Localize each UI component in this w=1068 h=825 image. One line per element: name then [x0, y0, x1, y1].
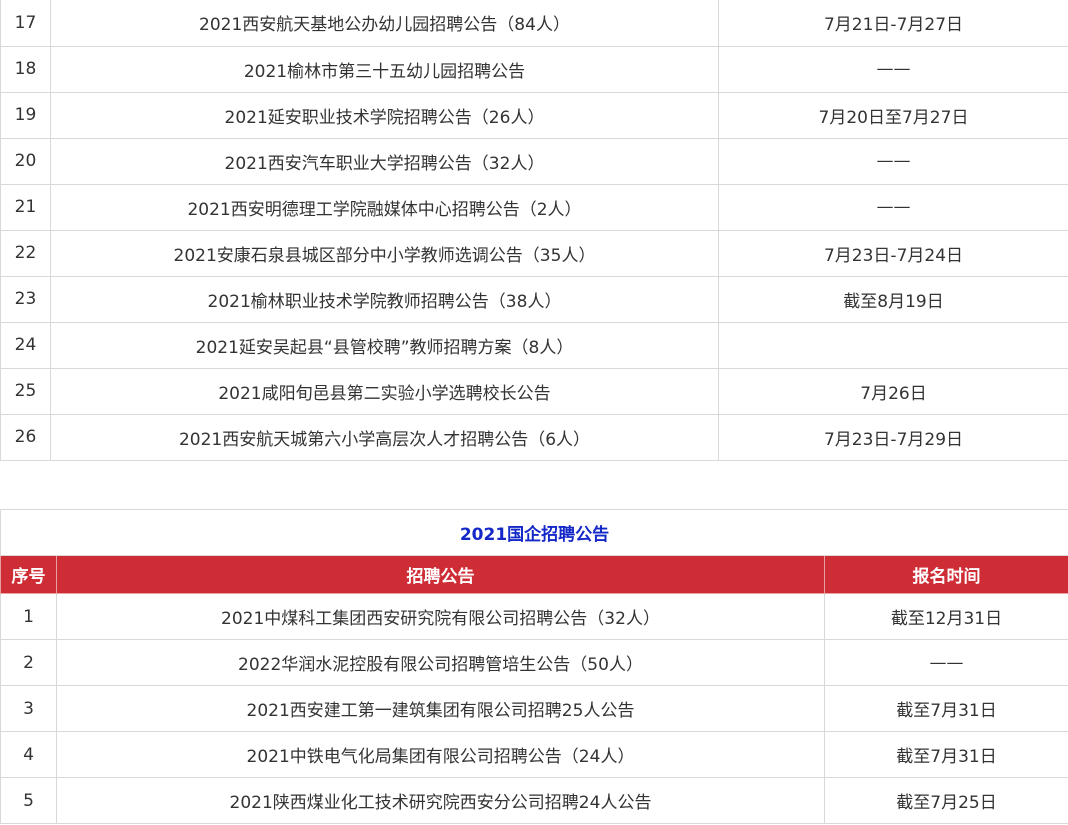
- notice-link[interactable]: 2021西安建工第一建筑集团有限公司招聘25人公告: [56, 685, 825, 732]
- table-row: 26 2021西安航天城第六小学高层次人才招聘公告（6人） 7月23日-7月29日: [0, 413, 1068, 461]
- table-row: 5 2021陕西煤业化工技术研究院西安分公司招聘24人公告 截至7月25日: [0, 777, 1068, 824]
- registration-date: ——: [718, 45, 1068, 93]
- row-number: 18: [0, 45, 51, 93]
- table-row: 24 2021延安吴起县“县管校聘”教师招聘方案（8人）: [0, 321, 1068, 369]
- notice-link[interactable]: 2021延安吴起县“县管校聘”教师招聘方案（8人）: [50, 321, 719, 369]
- row-number: 3: [0, 685, 57, 732]
- row-number: 5: [0, 777, 57, 824]
- notice-link[interactable]: 2021榆林市第三十五幼儿园招聘公告: [50, 45, 719, 93]
- recruitment-table-soe: 2021国企招聘公告 序号 招聘公告 报名时间 1 2021中煤科工集团西安研究院…: [0, 509, 1068, 824]
- row-number: 21: [0, 183, 51, 231]
- table-row: 4 2021中铁电气化局集团有限公司招聘公告（24人） 截至7月31日: [0, 731, 1068, 778]
- notice-link[interactable]: 2021西安明德理工学院融媒体中心招聘公告（2人）: [50, 183, 719, 231]
- registration-date: ——: [824, 639, 1068, 686]
- row-number: 25: [0, 367, 51, 415]
- registration-date: 7月23日-7月24日: [718, 229, 1068, 277]
- notice-link[interactable]: 2021西安航天基地公办幼儿园招聘公告（84人）: [50, 0, 719, 47]
- registration-date: 截至8月19日: [718, 275, 1068, 323]
- registration-date: 7月23日-7月29日: [718, 413, 1068, 461]
- header-date: 报名时间: [824, 555, 1068, 594]
- table-body: 17 2021西安航天基地公办幼儿园招聘公告（84人） 7月21日-7月27日 18 2…: [0, 0, 1068, 461]
- row-number: 17: [0, 0, 51, 47]
- notice-link[interactable]: 2021西安航天城第六小学高层次人才招聘公告（6人）: [50, 413, 719, 461]
- notice-link[interactable]: 2021中煤科工集团西安研究院有限公司招聘公告（32人）: [56, 593, 825, 640]
- table-header-row: 序号 招聘公告 报名时间: [0, 555, 1068, 594]
- notice-link[interactable]: 2021西安汽车职业大学招聘公告（32人）: [50, 137, 719, 185]
- registration-date: 7月20日至7月27日: [718, 91, 1068, 139]
- registration-date: ——: [718, 183, 1068, 231]
- table-row: 1 2021中煤科工集团西安研究院有限公司招聘公告（32人） 截至12月31日: [0, 593, 1068, 640]
- table-row: 20 2021西安汽车职业大学招聘公告（32人） ——: [0, 137, 1068, 185]
- notice-link[interactable]: 2021延安职业技术学院招聘公告（26人）: [50, 91, 719, 139]
- table-title: 2021国企招聘公告: [0, 509, 1068, 556]
- row-number: 1: [0, 593, 57, 640]
- notice-link[interactable]: 2021陕西煤业化工技术研究院西安分公司招聘24人公告: [56, 777, 825, 824]
- registration-date: ——: [718, 137, 1068, 185]
- table-body: 2021国企招聘公告 序号 招聘公告 报名时间 1 2021中煤科工集团西安研究院…: [0, 509, 1068, 824]
- row-number: 24: [0, 321, 51, 369]
- recruitment-table-schools: 17 2021西安航天基地公办幼儿园招聘公告（84人） 7月21日-7月27日 18 2…: [0, 0, 1068, 461]
- table-row: 2 2022华润水泥控股有限公司招聘管培生公告（50人） ——: [0, 639, 1068, 686]
- row-number: 26: [0, 413, 51, 461]
- row-number: 4: [0, 731, 57, 778]
- row-number: 20: [0, 137, 51, 185]
- notice-link[interactable]: 2021咸阳旬邑县第二实验小学选聘校长公告: [50, 367, 719, 415]
- registration-date: 截至7月25日: [824, 777, 1068, 824]
- notice-link[interactable]: 2021安康石泉县城区部分中小学教师选调公告（35人）: [50, 229, 719, 277]
- table-row: 21 2021西安明德理工学院融媒体中心招聘公告（2人） ——: [0, 183, 1068, 231]
- table-row: 18 2021榆林市第三十五幼儿园招聘公告 ——: [0, 45, 1068, 93]
- header-no: 序号: [0, 555, 57, 594]
- registration-date: [718, 321, 1068, 369]
- notice-link[interactable]: 2022华润水泥控股有限公司招聘管培生公告（50人）: [56, 639, 825, 686]
- row-number: 19: [0, 91, 51, 139]
- header-title: 招聘公告: [56, 555, 825, 594]
- row-number: 23: [0, 275, 51, 323]
- registration-date: 7月26日: [718, 367, 1068, 415]
- row-number: 2: [0, 639, 57, 686]
- registration-date: 截至7月31日: [824, 685, 1068, 732]
- row-number: 22: [0, 229, 51, 277]
- table-title-row: 2021国企招聘公告: [0, 509, 1068, 556]
- table-row: 3 2021西安建工第一建筑集团有限公司招聘25人公告 截至7月31日: [0, 685, 1068, 732]
- table-row: 22 2021安康石泉县城区部分中小学教师选调公告（35人） 7月23日-7月24日: [0, 229, 1068, 277]
- table-row: 25 2021咸阳旬邑县第二实验小学选聘校长公告 7月26日: [0, 367, 1068, 415]
- registration-date: 截至12月31日: [824, 593, 1068, 640]
- table-row: 23 2021榆林职业技术学院教师招聘公告（38人） 截至8月19日: [0, 275, 1068, 323]
- notice-link[interactable]: 2021中铁电气化局集团有限公司招聘公告（24人）: [56, 731, 825, 778]
- table-row: 17 2021西安航天基地公办幼儿园招聘公告（84人） 7月21日-7月27日: [0, 0, 1068, 47]
- table-row: 19 2021延安职业技术学院招聘公告（26人） 7月20日至7月27日: [0, 91, 1068, 139]
- registration-date: 截至7月31日: [824, 731, 1068, 778]
- notice-link[interactable]: 2021榆林职业技术学院教师招聘公告（38人）: [50, 275, 719, 323]
- registration-date: 7月21日-7月27日: [718, 0, 1068, 47]
